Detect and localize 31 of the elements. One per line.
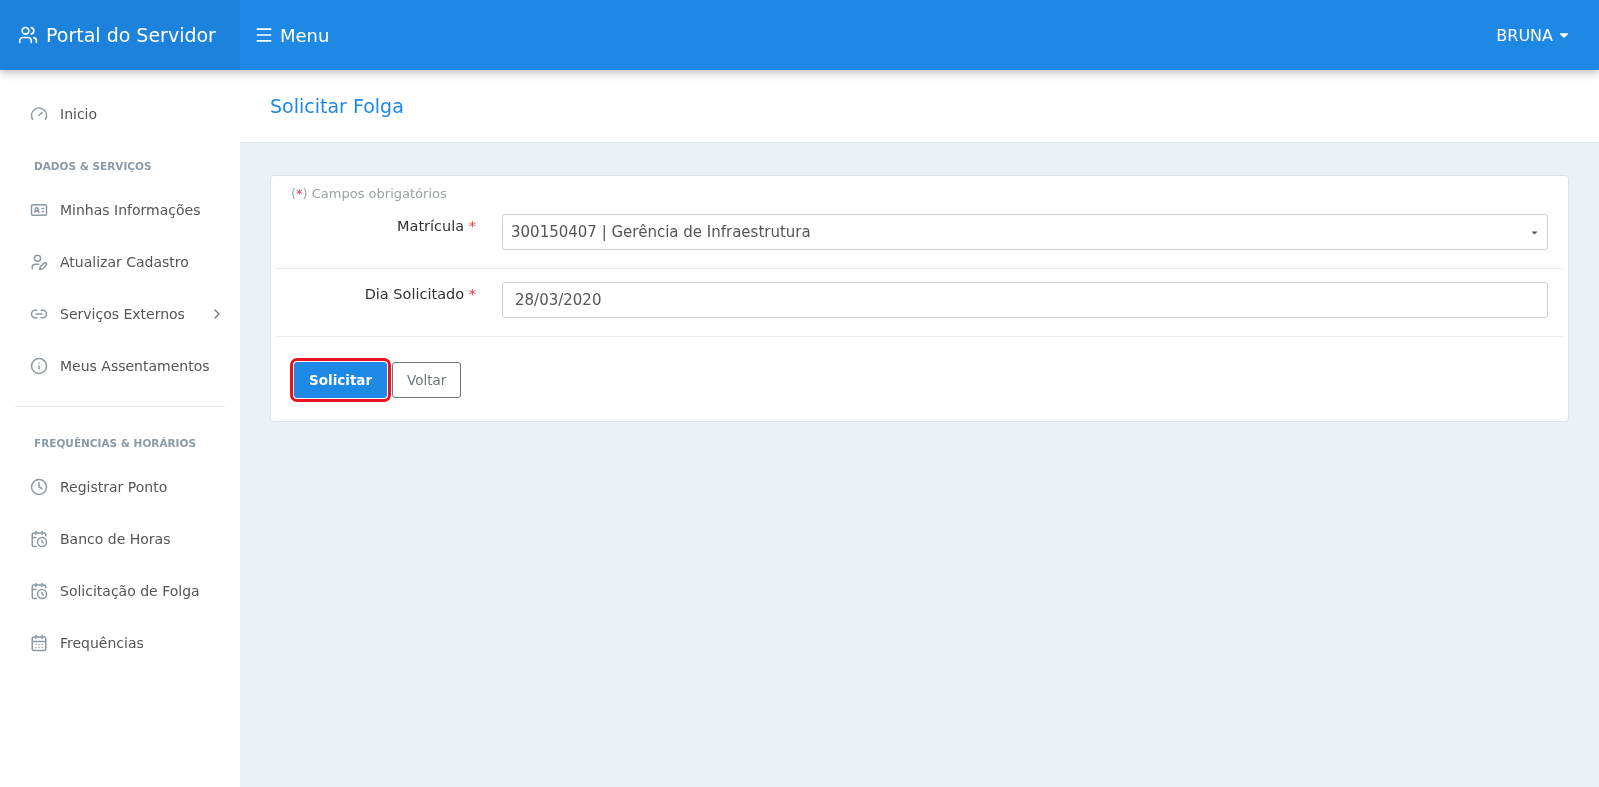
gauge-icon: [30, 105, 48, 123]
info-icon: [30, 357, 48, 375]
menu-icon: [254, 25, 274, 45]
calendar-clock-icon: [30, 530, 48, 548]
menu-button[interactable]: Menu: [250, 20, 334, 50]
date-field[interactable]: 28/03/2020: [502, 282, 1548, 318]
sidebar-item[interactable]: Solicitação de Folga: [15, 565, 225, 617]
field-label: Matrícula *: [396, 217, 476, 234]
users-icon: [18, 25, 38, 45]
sidebar-heading: FREQUÊNCIAS & HORÁRIOS: [33, 436, 198, 451]
field-label: Dia Solicitado *: [363, 285, 476, 302]
sidebar-item[interactable]: Registrar Ponto: [15, 461, 225, 513]
id-card-icon: [30, 201, 48, 219]
clock-icon: [30, 478, 48, 496]
sidebar-item[interactable]: Frequências: [15, 617, 225, 669]
select-field[interactable]: 300150407 | Gerência de Infraestrutura: [502, 214, 1548, 250]
user-pen-icon: [30, 253, 48, 271]
sidebar-item[interactable]: Banco de Horas: [15, 513, 225, 565]
calendar-clock-icon: [30, 582, 48, 600]
sidebar-item[interactable]: Atualizar Cadastro: [15, 236, 225, 288]
sidebar-item[interactable]: Meus Assentamentos: [15, 340, 225, 392]
sidebar-heading: DADOS & SERVIÇOS: [33, 159, 153, 174]
sidebar-item[interactable]: Inicio: [15, 88, 225, 140]
brand-title: Portal do Servidor: [46, 24, 216, 46]
user-menu-button[interactable]: BRUNA: [1490, 24, 1577, 46]
sidebar-item[interactable]: Serviços Externos: [15, 288, 225, 340]
back-button[interactable]: Voltar: [392, 362, 462, 398]
page-title: Solicitar Folga: [270, 95, 404, 117]
sidebar-item[interactable]: Minhas Informações: [15, 184, 225, 236]
calendar-icon: [30, 634, 48, 652]
required-fields-note: (*) Campos obrigatórios: [290, 186, 448, 201]
